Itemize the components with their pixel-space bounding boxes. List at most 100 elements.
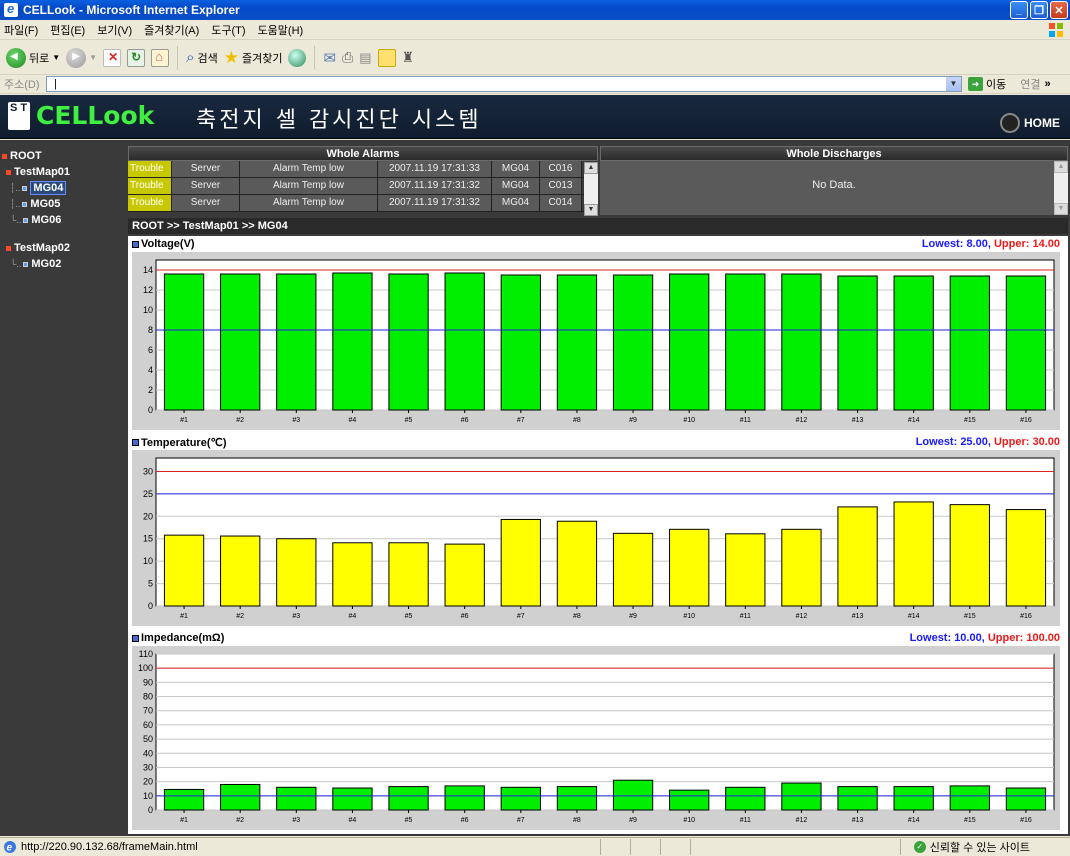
menu-edit[interactable]: 편집(E) [50, 22, 85, 38]
go-button[interactable]: ➜ 이동 [968, 76, 1006, 92]
search-button[interactable]: ⌕ 검색 [186, 49, 218, 66]
logo-text: CELLook [36, 101, 155, 130]
security-zone[interactable]: ✓ 신뢰할 수 있는 사이트 [913, 839, 1030, 855]
alarm-row[interactable]: Trouble Server Alarm Temp low 2007.11.19 17… [128, 161, 598, 178]
discharges-scrollbar[interactable]: ▲ ▼ [1054, 161, 1068, 215]
forward-button[interactable]: ▼ [66, 47, 97, 68]
tree-item-label: MG06 [31, 214, 62, 226]
x-tick-label: #12 [796, 417, 808, 424]
bar [612, 532, 654, 607]
alarm-row[interactable]: Trouble Server Alarm Temp low 2007.11.19 17… [128, 178, 598, 195]
alarms-scrollbar[interactable]: ▲ ▼ [584, 162, 598, 216]
bar [332, 272, 373, 411]
alarms-header: Whole Alarms [128, 146, 598, 161]
tree-item-mg06[interactable]: └.. MG06 [0, 212, 126, 228]
bar [444, 543, 485, 607]
bar [612, 274, 654, 411]
address-dropdown-icon[interactable]: ▼ [946, 77, 961, 91]
bar [781, 273, 822, 411]
bar [725, 533, 766, 607]
alarm-cell-source: Server [172, 178, 240, 194]
bar [949, 785, 990, 811]
chart-svg: 0 10 20 30 40 50 60 70 80 90 100 110 #1 #2 #3 #4 #5 #6 #7 #… [138, 649, 1055, 824]
menu-view[interactable]: 보기(V) [97, 22, 132, 38]
alarm-cell-time: 2007.11.19 17:31:32 [378, 178, 492, 194]
chart-marker-icon [132, 240, 139, 248]
search-label: 검색 [197, 52, 218, 65]
x-tick-label: #7 [517, 417, 525, 424]
app-header: S T CELLook 축전지 셀 감시진단 시스템 HOME [0, 95, 1070, 139]
alarm-cell-message: Alarm Temp low [240, 178, 378, 194]
alarm-cell-level: Trouble [128, 161, 172, 177]
bar [837, 275, 878, 411]
links-label[interactable]: 연결 [1020, 76, 1040, 92]
favorites-button[interactable]: ★ 즐겨찾기 [224, 48, 283, 68]
temperature-chart: Temperature(℃) Lowest: 25.00, Upper: 30.… [128, 434, 1068, 630]
mail-icon[interactable]: ✉ [323, 49, 336, 67]
chart-title: Temperature(℃) [141, 437, 227, 449]
menu-tools[interactable]: 도구(T) [211, 22, 245, 38]
home-circle-icon [1000, 113, 1020, 133]
address-input[interactable]: | ▼ [46, 76, 962, 92]
home-button[interactable]: HOME [1000, 113, 1060, 133]
bar [220, 783, 261, 811]
menu-favorites[interactable]: 즐겨찾기(A) [144, 22, 199, 38]
bar [949, 275, 990, 411]
history-icon[interactable] [288, 48, 307, 67]
edit-icon[interactable]: ▤ [359, 50, 371, 66]
tree-root[interactable]: ROOT [0, 148, 126, 164]
upper-label: Upper: 30.00 [993, 436, 1060, 448]
messenger-icon[interactable]: ♜ [402, 49, 415, 66]
tree-group-testmap01[interactable]: TestMap01 [0, 164, 126, 180]
bar [220, 273, 261, 411]
tree-group-label: TestMap02 [14, 242, 71, 254]
x-tick-label: #6 [461, 613, 469, 620]
bar [669, 528, 710, 607]
bar [332, 542, 373, 607]
bar [781, 528, 822, 607]
stop-icon[interactable]: ✕ [103, 48, 122, 67]
x-tick-label: #7 [517, 817, 525, 824]
refresh-icon[interactable]: ↻ [127, 48, 146, 67]
minimize-button[interactable]: _ [1010, 1, 1028, 19]
menu-file[interactable]: 파일(F) [4, 22, 38, 38]
tree-group-testmap02[interactable]: TestMap02 [0, 240, 126, 256]
y-tick-label: 15 [143, 534, 153, 544]
chart-limits: Lowest: 10.00, Upper: 100.00 [910, 632, 1060, 644]
bar [276, 786, 317, 811]
x-tick-label: #1 [180, 817, 188, 824]
home-icon[interactable]: ⌂ [151, 48, 170, 67]
star-icon: ★ [223, 47, 239, 67]
x-tick-label: #5 [405, 613, 413, 620]
x-tick-label: #16 [1020, 417, 1032, 424]
y-tick-label: 50 [143, 734, 153, 744]
tree-sidebar: ROOT TestMap01 ┆.. MG04 ┆.. MG05 └.. MG0… [0, 140, 126, 836]
tree-item-mg02[interactable]: └.. MG02 [0, 256, 126, 272]
alarm-cell-level: Trouble [128, 178, 172, 194]
x-tick-label: #15 [964, 613, 976, 620]
y-tick-label: 20 [143, 777, 153, 787]
x-tick-label: #15 [964, 417, 976, 424]
maximize-button[interactable]: ❐ [1030, 1, 1048, 19]
y-tick-label: 8 [148, 325, 153, 335]
alarm-row[interactable]: Trouble Server Alarm Temp low 2007.11.19 17… [128, 195, 598, 212]
tree-item-mg05[interactable]: ┆.. MG05 [0, 196, 126, 212]
bar [388, 786, 429, 811]
chart-svg: 0 2 4 6 8 10 12 14 #1 #2 #3 #4 #5 #6 #7 #8 #9 #10 #11 #12 #1… [143, 259, 1055, 424]
chart-title: Voltage(V) [141, 238, 195, 250]
bar [837, 506, 878, 607]
discharges-header: Whole Discharges [600, 146, 1068, 161]
x-tick-label: #11 [740, 817, 751, 824]
scroll-up-icon[interactable]: ▲ [584, 162, 598, 174]
close-button[interactable]: ✕ [1050, 1, 1068, 19]
scroll-down-icon[interactable]: ▼ [584, 204, 598, 216]
bar [893, 275, 934, 411]
print-icon[interactable]: ⎙ [342, 49, 353, 66]
back-button[interactable]: 뒤로 ▼ [6, 47, 60, 68]
y-tick-label: 0 [148, 805, 153, 815]
alarm-cell-message: Alarm Temp low [240, 161, 378, 177]
tree-item-mg04[interactable]: ┆.. MG04 [0, 180, 126, 196]
menu-help[interactable]: 도움말(H) [258, 22, 304, 38]
discuss-icon[interactable] [377, 48, 396, 67]
x-tick-label: #11 [740, 613, 751, 620]
